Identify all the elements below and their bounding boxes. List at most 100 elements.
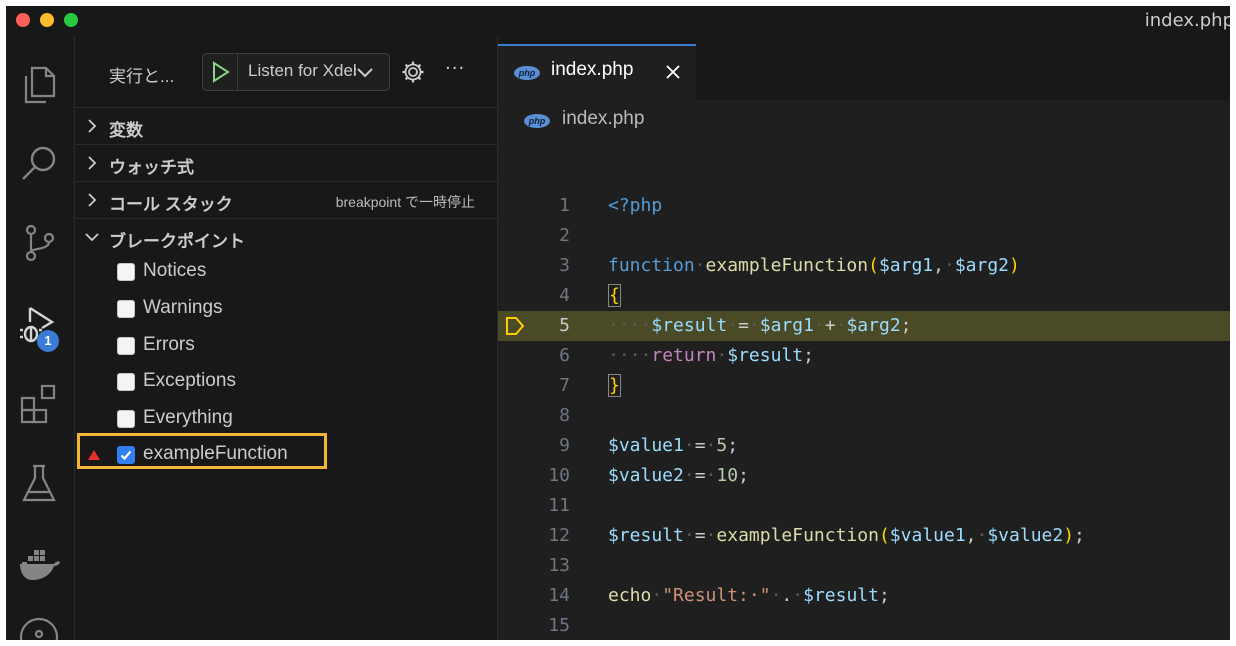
line-number: 13 [548, 555, 570, 576]
tab-bar: php index.php [498, 36, 1230, 100]
breakpoint-label: Everything [143, 407, 233, 428]
code-text: $value2·=·10; [608, 465, 749, 486]
php-icon: php [524, 114, 550, 128]
watch-label: ウォッチ式 [109, 158, 194, 177]
minimize-window-button[interactable] [40, 13, 54, 27]
breakpoint-checkbox[interactable] [117, 410, 135, 428]
line-number: 9 [559, 435, 570, 456]
more-actions-icon[interactable]: ··· [445, 58, 465, 79]
run-config-label: Listen for Xdebug [248, 61, 356, 80]
line-number: 15 [548, 615, 570, 636]
code-line: 15 [498, 611, 1230, 640]
start-debugging-button[interactable] [203, 54, 238, 90]
breakpoint-label: Errors [143, 334, 195, 355]
gear-icon[interactable] [401, 60, 425, 84]
search-icon[interactable] [16, 140, 62, 186]
line-number: 1 [559, 195, 570, 216]
tab-index-php[interactable]: php index.php [498, 44, 696, 100]
breakpoint-checkbox[interactable] [117, 263, 135, 281]
current-execution-line: 5 ····$result·=·$arg1·+·$arg2; [498, 311, 1230, 341]
code-text: $value1·=·5; [608, 435, 739, 456]
close-window-button[interactable] [16, 13, 30, 27]
breakpoints-label: ブレークポイント [109, 232, 245, 251]
line-number: 2 [559, 225, 570, 246]
variables-section-header[interactable]: 変数 [75, 107, 497, 144]
code-line: 8 [498, 401, 1230, 431]
watch-section-header[interactable]: ウォッチ式 [75, 144, 497, 181]
code-line: 10 $value2·=·10; [498, 461, 1230, 491]
code-text: <?php [608, 195, 663, 216]
vscode-window: index.php 1 実行と... Listen for Xde ··· 変数… [6, 6, 1230, 640]
code-text: ····return·$result; [608, 345, 814, 366]
call-stack-status: breakpoint で一時停止 [335, 194, 475, 210]
code-text: { [608, 284, 621, 307]
code-line: 3 function·exampleFunction($arg1,·$arg2) [498, 251, 1230, 281]
code-text: } [608, 374, 621, 397]
activity-bar: 1 [6, 36, 75, 640]
close-icon[interactable] [665, 64, 681, 80]
zoom-window-button[interactable] [64, 13, 78, 27]
highlight-annotation [77, 433, 327, 469]
sidebar-header: 実行と... Listen for Xdebug ··· [75, 36, 497, 106]
line-number: 12 [548, 525, 570, 546]
line-number: 6 [559, 345, 570, 366]
line-number: 7 [559, 375, 570, 396]
chevron-down-icon [357, 68, 373, 78]
breakpoint-item[interactable]: Everything [75, 401, 497, 437]
code-text: ····$result·=·$arg1·+·$arg2; [608, 315, 912, 336]
call-stack-label: コール スタック [109, 195, 233, 214]
explorer-icon[interactable] [16, 60, 62, 106]
git-graph-icon[interactable] [16, 614, 62, 640]
line-number: 11 [548, 495, 570, 516]
breadcrumb-file: index.php [562, 108, 645, 129]
line-number: 10 [548, 465, 570, 486]
breadcrumb[interactable]: php index.php [498, 100, 1230, 140]
code-line: 12 $result·=·exampleFunction($value1,·$v… [498, 521, 1230, 551]
line-number: 8 [559, 405, 570, 426]
testing-icon[interactable] [16, 460, 62, 506]
code-line: 1 <?php [498, 191, 1230, 221]
extensions-icon[interactable] [16, 380, 62, 426]
code-line: 4 { [498, 281, 1230, 311]
code-text: echo·"Result:·"·.·$result; [608, 585, 890, 606]
code-text: function·exampleFunction($arg1,·$arg2) [608, 255, 1020, 276]
window-title: index.php [1144, 10, 1230, 31]
line-number: 5 [559, 315, 570, 336]
breakpoint-item[interactable]: Notices [75, 254, 497, 290]
play-icon [213, 61, 230, 83]
docker-icon[interactable] [16, 540, 62, 586]
code-line: 13 [498, 551, 1230, 581]
breakpoint-checkbox[interactable] [117, 300, 135, 318]
code-line: 9 $value1·=·5; [498, 431, 1230, 461]
source-control-icon[interactable] [16, 220, 62, 266]
line-number: 4 [559, 285, 570, 306]
php-icon: php [514, 66, 540, 80]
code-line: 6 ····return·$result; [498, 341, 1230, 371]
breakpoint-checkbox[interactable] [117, 337, 135, 355]
code-line: 11 [498, 491, 1230, 521]
breakpoint-item[interactable]: Errors [75, 328, 497, 364]
breakpoint-label: Exceptions [143, 370, 236, 391]
tab-label: index.php [551, 59, 634, 80]
variables-label: 変数 [109, 121, 143, 140]
code-line: 2 [498, 221, 1230, 251]
code-text: $result·=·exampleFunction($value1,·$valu… [608, 525, 1085, 546]
line-number: 3 [559, 255, 570, 276]
breakpoint-label: Warnings [143, 297, 223, 318]
execution-pointer-icon [506, 317, 525, 335]
code-line: 14 echo·"Result:·"·.·$result; [498, 581, 1230, 611]
run-config-dropdown[interactable]: Listen for Xdebug [202, 53, 390, 91]
sidebar-title: 実行と... [109, 67, 175, 86]
line-number: 14 [548, 585, 570, 606]
breakpoint-item[interactable]: Warnings [75, 291, 497, 327]
breakpoint-item[interactable]: Exceptions [75, 364, 497, 400]
call-stack-section-header[interactable]: コール スタック breakpoint で一時停止 [75, 181, 497, 218]
debug-badge: 1 [37, 330, 59, 352]
breakpoint-checkbox[interactable] [117, 373, 135, 391]
title-bar: index.php [6, 6, 1230, 36]
chevron-right-icon [88, 119, 97, 133]
chevron-right-icon [88, 156, 97, 170]
chevron-down-icon [85, 233, 99, 242]
editor-area: php index.php php index.php 1 <?php 2 3 … [498, 36, 1230, 640]
breakpoints-section-header[interactable]: ブレークポイント [75, 218, 497, 255]
